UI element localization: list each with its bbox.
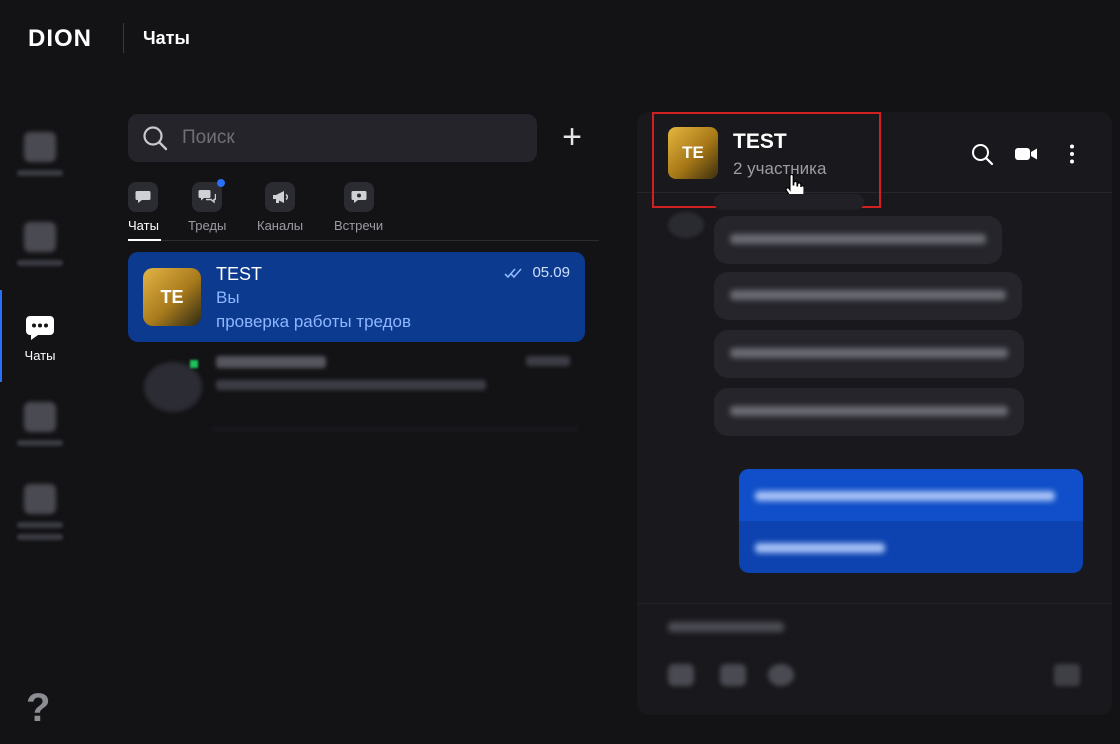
blurred-avatar <box>144 362 202 412</box>
blurred-text <box>730 348 1008 358</box>
format-icon[interactable] <box>720 664 746 686</box>
nav-label-chats: Чаты <box>24 348 56 363</box>
blurred-icon <box>24 222 56 252</box>
tab-label: Каналы <box>257 218 304 233</box>
tab-threads[interactable]: Треды <box>188 179 227 233</box>
message-bubble[interactable] <box>714 194 864 210</box>
blurred-label <box>17 260 63 266</box>
blurred-text <box>730 234 986 244</box>
tab-meetings[interactable]: Встречи <box>334 182 383 233</box>
header-divider <box>123 23 124 53</box>
blurred-label <box>17 534 63 540</box>
blurred-label <box>17 440 63 446</box>
search-box[interactable] <box>128 114 537 162</box>
emoji-icon[interactable] <box>768 664 794 686</box>
new-chat-button[interactable]: + <box>556 120 588 156</box>
search-icon[interactable] <box>970 142 994 166</box>
blurred-icon <box>24 484 56 514</box>
message-bubble[interactable] <box>714 330 1024 378</box>
blurred-text <box>730 290 1006 300</box>
blurred-label <box>17 170 63 176</box>
online-status-icon <box>190 360 198 368</box>
chat-name: TEST <box>216 264 263 284</box>
message-input[interactable] <box>668 622 784 632</box>
chat-list-item[interactable] <box>128 348 585 430</box>
nav-item-1[interactable] <box>0 132 80 176</box>
blurred-text <box>216 356 326 368</box>
chat-icon <box>128 182 159 212</box>
video-call-icon[interactable] <box>1014 142 1038 166</box>
chat-meta: 05.09 <box>504 264 570 281</box>
sender-avatar <box>668 212 704 238</box>
unread-badge <box>217 179 226 187</box>
nav-item-5[interactable] <box>0 484 80 540</box>
chat-date: 05.09 <box>532 264 570 281</box>
chat-bubble-icon <box>26 316 54 340</box>
tab-label: Чаты <box>128 218 159 233</box>
threads-icon <box>192 179 226 212</box>
blurred-icon <box>24 402 56 432</box>
blurred-text <box>216 380 486 390</box>
active-tab-underline <box>128 239 161 241</box>
tab-channels[interactable]: Каналы <box>257 182 303 233</box>
meeting-icon <box>343 182 374 212</box>
chat-avatar: TE <box>143 268 201 326</box>
megaphone-icon <box>265 182 296 212</box>
nav-item-2[interactable] <box>0 222 80 266</box>
app-logo: DION <box>28 25 92 52</box>
message-bubble[interactable] <box>714 216 1002 264</box>
blurred-thread-link <box>755 543 885 553</box>
blurred-text <box>755 491 1055 501</box>
search-input[interactable] <box>180 126 504 150</box>
tab-label: Встречи <box>334 218 384 233</box>
blurred-icon <box>24 132 56 162</box>
nav-item-chats[interactable]: Чаты <box>0 314 80 363</box>
double-check-icon <box>504 267 523 278</box>
page-title: Чаты <box>143 28 190 48</box>
message-bubble[interactable] <box>714 272 1022 320</box>
send-icon[interactable] <box>1054 664 1080 686</box>
blurred-label <box>17 522 63 528</box>
chat-preview: проверка работы тредов <box>216 312 412 331</box>
chat-sender: Вы <box>216 288 240 307</box>
list-divider <box>212 428 578 430</box>
search-icon <box>143 126 168 151</box>
tabs-divider <box>128 240 599 241</box>
blurred-text <box>526 356 570 366</box>
message-bubble[interactable] <box>714 388 1024 436</box>
attach-icon[interactable] <box>668 664 694 686</box>
help-icon[interactable]: ? <box>26 686 50 731</box>
outgoing-message[interactable] <box>739 469 1083 573</box>
tab-chats[interactable]: Чаты <box>128 182 159 233</box>
composer-divider <box>637 603 1112 604</box>
nav-item-4[interactable] <box>0 402 80 446</box>
tab-label: Треды <box>188 218 227 233</box>
more-options-icon[interactable] <box>1060 142 1084 166</box>
blurred-text <box>730 406 1008 416</box>
chat-list-item-selected[interactable]: TE TEST Вы проверка работы тредов 05.09 <box>128 252 585 342</box>
